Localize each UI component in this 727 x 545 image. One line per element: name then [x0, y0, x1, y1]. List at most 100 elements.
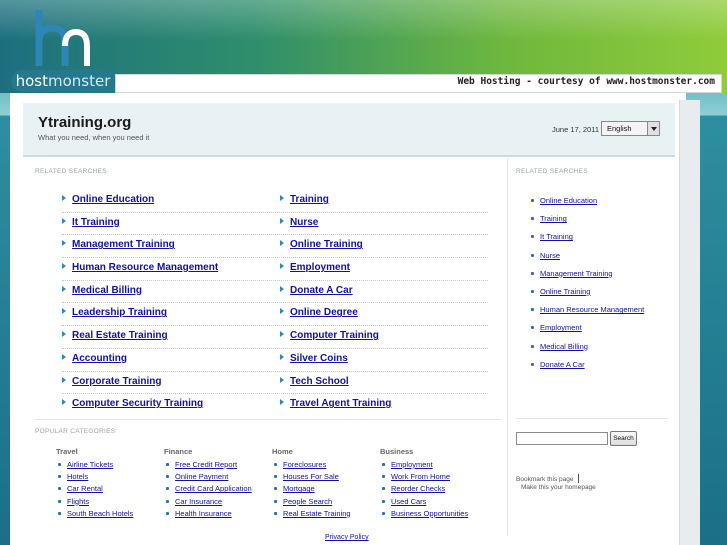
category-link[interactable]: Foreclosures: [283, 460, 326, 469]
side-link[interactable]: Training: [540, 214, 567, 223]
related-link-text[interactable]: Online Degree: [290, 307, 358, 318]
related-link[interactable]: Accounting: [62, 353, 127, 364]
category-link[interactable]: Houses For Sale: [283, 472, 339, 481]
list-item[interactable]: Online Payment: [164, 472, 252, 484]
list-item[interactable]: Employment: [531, 323, 644, 341]
related-link-text[interactable]: It Training: [72, 217, 120, 228]
related-link[interactable]: Computer Training: [280, 330, 379, 341]
list-item[interactable]: Business Opportunities: [380, 509, 468, 521]
category-link[interactable]: Car Insurance: [175, 497, 222, 506]
homepage-link[interactable]: Make this your homepage: [521, 484, 596, 491]
side-link[interactable]: Online Training: [540, 287, 590, 296]
related-link[interactable]: Management Training: [62, 239, 175, 250]
list-item[interactable]: Hotels: [56, 472, 133, 484]
related-link[interactable]: Nurse: [280, 217, 318, 228]
list-item[interactable]: Houses For Sale: [272, 472, 351, 484]
related-link[interactable]: Tech School: [280, 376, 349, 387]
related-link-text[interactable]: Corporate Training: [72, 376, 161, 387]
related-link-text[interactable]: Employment: [290, 262, 350, 273]
hostmonster-logo-text[interactable]: hostmonster: [11, 70, 115, 92]
category-link[interactable]: Free Credit Report: [175, 460, 237, 469]
list-item[interactable]: Airline Tickets: [56, 460, 133, 472]
related-link-text[interactable]: Tech School: [290, 376, 349, 387]
side-link[interactable]: Management Training: [540, 269, 613, 278]
related-link[interactable]: Online Training: [280, 239, 363, 250]
bookmark-text[interactable]: Bookmark this page: [516, 476, 573, 483]
chevron-down-icon[interactable]: [647, 122, 659, 135]
related-link[interactable]: It Training: [62, 217, 120, 228]
language-select[interactable]: English: [601, 121, 660, 136]
related-link-text[interactable]: Donate A Car: [290, 285, 353, 296]
list-item[interactable]: Medical Billing: [531, 342, 644, 360]
related-link[interactable]: Computer Security Training: [62, 398, 203, 409]
category-link[interactable]: Employment: [391, 460, 433, 469]
side-link[interactable]: Employment: [540, 323, 582, 332]
related-link[interactable]: Medical Billing: [62, 285, 142, 296]
related-link-text[interactable]: Online Training: [290, 239, 363, 250]
list-item[interactable]: Online Training: [531, 287, 644, 305]
list-item[interactable]: Employment: [380, 460, 468, 472]
category-link[interactable]: Health Insurance: [175, 509, 232, 518]
related-link-text[interactable]: Medical Billing: [72, 285, 142, 296]
category-link[interactable]: Mortgage: [283, 484, 315, 493]
list-item[interactable]: Health Insurance: [164, 509, 252, 521]
list-item[interactable]: It Training: [531, 232, 644, 250]
side-link[interactable]: Nurse: [540, 251, 560, 260]
related-link[interactable]: Leadership Training: [62, 307, 167, 318]
list-item[interactable]: Used Cars: [380, 497, 468, 509]
category-link[interactable]: Credit Card Application: [175, 484, 252, 493]
related-link[interactable]: Corporate Training: [62, 376, 161, 387]
list-item[interactable]: Free Credit Report: [164, 460, 252, 472]
related-link[interactable]: Human Resource Management: [62, 262, 218, 273]
side-link[interactable]: It Training: [540, 232, 573, 241]
related-link[interactable]: Real Estate Training: [62, 330, 168, 341]
list-item[interactable]: Training: [531, 214, 644, 232]
list-item[interactable]: Management Training: [531, 269, 644, 287]
list-item[interactable]: Work From Home: [380, 472, 468, 484]
category-link[interactable]: Flights: [67, 497, 89, 506]
category-link[interactable]: People Search: [283, 497, 332, 506]
category-link[interactable]: Business Opportunities: [391, 509, 468, 518]
vertical-scrollbar[interactable]: [679, 100, 700, 545]
related-link-text[interactable]: Training: [290, 194, 329, 205]
bookmark-link[interactable]: Bookmark this page: [516, 474, 580, 483]
category-link[interactable]: Real Estate Training: [283, 509, 351, 518]
related-link-text[interactable]: Computer Security Training: [72, 398, 203, 409]
side-link[interactable]: Medical Billing: [540, 342, 588, 351]
list-item[interactable]: Flights: [56, 497, 133, 509]
related-link[interactable]: Training: [280, 194, 329, 205]
list-item[interactable]: Human Resource Management: [531, 305, 644, 323]
list-item[interactable]: South Beach Hotels: [56, 509, 133, 521]
category-link[interactable]: Online Payment: [175, 472, 228, 481]
related-link-text[interactable]: Silver Coins: [290, 353, 348, 364]
category-link[interactable]: Work From Home: [391, 472, 450, 481]
related-link[interactable]: Silver Coins: [280, 353, 348, 364]
related-link[interactable]: Online Education: [62, 194, 154, 205]
list-item[interactable]: Nurse: [531, 251, 644, 269]
list-item[interactable]: Car Rental: [56, 484, 133, 496]
related-link-text[interactable]: Human Resource Management: [72, 262, 218, 273]
list-item[interactable]: Credit Card Application: [164, 484, 252, 496]
privacy-policy-link[interactable]: Privacy Policy: [325, 534, 369, 541]
search-input[interactable]: [516, 432, 608, 445]
side-link[interactable]: Human Resource Management: [540, 305, 644, 314]
list-item[interactable]: Donate A Car: [531, 360, 644, 378]
related-link-text[interactable]: Computer Training: [290, 330, 379, 341]
related-link-text[interactable]: Leadership Training: [72, 307, 167, 318]
category-link[interactable]: South Beach Hotels: [67, 509, 133, 518]
related-link-text[interactable]: Nurse: [290, 217, 318, 228]
list-item[interactable]: People Search: [272, 497, 351, 509]
related-link[interactable]: Employment: [280, 262, 350, 273]
list-item[interactable]: Real Estate Training: [272, 509, 351, 521]
related-link-text[interactable]: Travel Agent Training: [290, 398, 391, 409]
related-link[interactable]: Donate A Car: [280, 285, 353, 296]
category-link[interactable]: Airline Tickets: [67, 460, 113, 469]
search-button[interactable]: Search: [610, 431, 637, 446]
related-link-text[interactable]: Online Education: [72, 194, 154, 205]
side-link[interactable]: Online Education: [540, 196, 597, 205]
related-link[interactable]: Online Degree: [280, 307, 358, 318]
side-link[interactable]: Donate A Car: [540, 360, 585, 369]
category-link[interactable]: Reorder Checks: [391, 484, 445, 493]
related-link-text[interactable]: Management Training: [72, 239, 175, 250]
category-link[interactable]: Hotels: [67, 472, 88, 481]
